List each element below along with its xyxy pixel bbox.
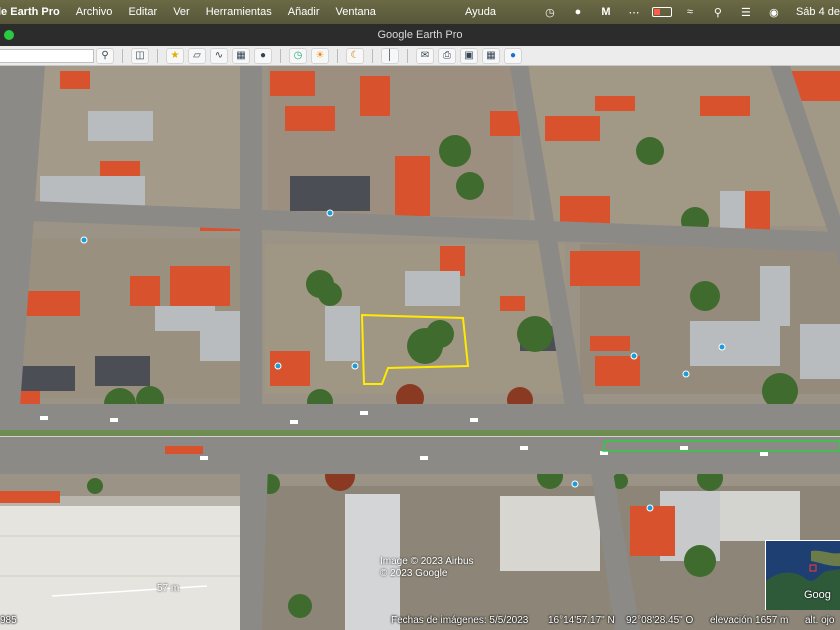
add-overlay-icon[interactable]: ▦ xyxy=(232,47,250,64)
menu-bar: le Earth Pro Archivo Editar Ver Herramie… xyxy=(0,0,840,24)
user-icon[interactable]: ● xyxy=(564,0,592,24)
toolbar-divider xyxy=(280,48,281,63)
copyright-line-2: © 2023 Google xyxy=(380,568,448,579)
elevation-readout: elevación 1657 m xyxy=(710,615,789,626)
print-icon[interactable]: ⎙ xyxy=(438,47,456,64)
map-view[interactable]: Image © 2023 Airbus © 2023 Google 57 m G… xyxy=(0,66,840,630)
status-bar: 985 Fechas de imágenes: 5/5/2023 16°14'5… xyxy=(0,612,840,630)
dots-icon[interactable]: ⋯ xyxy=(620,0,648,24)
window-title: Google Earth Pro xyxy=(377,29,463,41)
spotlight-search-icon[interactable]: ⚲ xyxy=(704,0,732,24)
ruler-icon[interactable]: │ xyxy=(381,47,399,64)
menu-anadir[interactable]: Añadir xyxy=(288,6,320,18)
toolbar: ⚲ ◫ ★ ▱ ∿ ▦ ● ◷ ☀ ☾ │ ✉ ⎙ ▣ ▦ ● xyxy=(0,46,840,66)
add-polygon-icon[interactable]: ▱ xyxy=(188,47,206,64)
wifi-icon[interactable]: ≈ xyxy=(676,0,704,24)
toolbar-divider xyxy=(157,48,158,63)
toolbar-divider xyxy=(407,48,408,63)
save-image-icon[interactable]: ▣ xyxy=(460,47,478,64)
eye-altitude-readout: alt. ojo xyxy=(805,615,835,626)
search-input[interactable] xyxy=(0,48,94,63)
menu-ver[interactable]: Ver xyxy=(173,6,190,18)
minimap-logo: Goog xyxy=(804,589,831,601)
siri-icon[interactable]: ◉ xyxy=(760,0,788,24)
window-zoom-button[interactable] xyxy=(4,30,14,40)
add-placemark-icon[interactable]: ★ xyxy=(166,47,184,64)
status-left-fragment: 985 xyxy=(0,615,17,626)
email-icon[interactable]: ✉ xyxy=(416,47,434,64)
menu-ventana[interactable]: Ventana xyxy=(336,6,376,18)
overview-minimap[interactable]: Goog xyxy=(765,540,840,610)
app-menu[interactable]: le Earth Pro xyxy=(0,6,60,18)
menubar-datetime[interactable]: Sáb 4 de xyxy=(796,6,840,18)
imagery-copyright: Image © 2023 Airbus © 2023 Google xyxy=(380,556,474,580)
toolbar-divider xyxy=(372,48,373,63)
scale-label: 57 m xyxy=(157,583,180,594)
sidebar-toggle-icon[interactable]: ◫ xyxy=(131,47,149,64)
toolbar-divider xyxy=(337,48,338,63)
historical-imagery-icon[interactable]: ◷ xyxy=(289,47,307,64)
battery-icon[interactable] xyxy=(648,0,676,24)
copyright-line-1: Image © 2023 Airbus xyxy=(380,556,474,567)
clock-icon[interactable]: ◷ xyxy=(536,0,564,24)
longitude-readout: 92°08'28.45" O xyxy=(626,615,694,626)
menu-archivo[interactable]: Archivo xyxy=(76,6,113,18)
add-path-icon[interactable]: ∿ xyxy=(210,47,228,64)
menu-ayuda[interactable]: Ayuda xyxy=(465,6,496,18)
earth-gallery-icon[interactable]: ● xyxy=(504,47,522,64)
toolbar-divider xyxy=(122,48,123,63)
menu-editar[interactable]: Editar xyxy=(128,6,157,18)
satellite-imagery[interactable] xyxy=(0,66,840,630)
view-in-maps-icon[interactable]: ▦ xyxy=(482,47,500,64)
imagery-date: Fechas de imágenes: 5/5/2023 xyxy=(391,615,529,626)
sunlight-icon[interactable]: ☀ xyxy=(311,47,329,64)
planets-icon[interactable]: ☾ xyxy=(346,47,364,64)
malwarebytes-icon[interactable]: M xyxy=(592,0,620,24)
record-tour-icon[interactable]: ● xyxy=(254,47,272,64)
window-title-bar: Google Earth Pro xyxy=(0,24,840,46)
search-icon[interactable]: ⚲ xyxy=(96,47,114,64)
latitude-readout: 16°14'57.17" N xyxy=(548,615,615,626)
menu-herramientas[interactable]: Herramientas xyxy=(206,6,272,18)
control-center-icon[interactable]: ☰ xyxy=(732,0,760,24)
